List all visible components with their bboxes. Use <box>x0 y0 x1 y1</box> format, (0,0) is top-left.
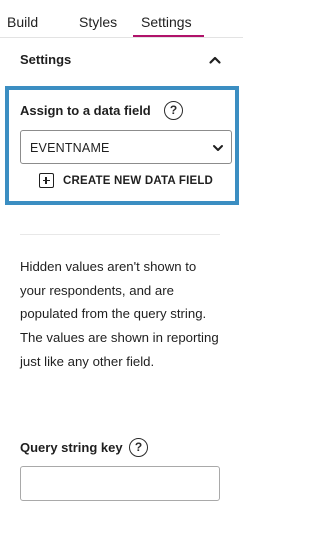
settings-panel: Build Styles Settings Settings Assign to… <box>0 0 243 550</box>
plus-icon <box>39 173 54 188</box>
section-title: Settings <box>20 52 72 67</box>
chevron-up-icon[interactable] <box>207 52 223 68</box>
tab-settings[interactable]: Settings <box>141 13 192 31</box>
query-string-key-input[interactable] <box>20 466 220 501</box>
query-string-key-label: Query string key <box>20 440 123 455</box>
create-data-field-button[interactable]: CREATE NEW DATA FIELD <box>39 172 229 192</box>
hidden-values-description: Hidden values aren't shown to your respo… <box>20 259 219 369</box>
data-field-label: Assign to a data field <box>20 103 151 118</box>
create-data-field-label: CREATE NEW DATA FIELD <box>63 175 214 187</box>
tab-styles[interactable]: Styles <box>79 13 117 31</box>
chevron-down-icon <box>213 145 223 151</box>
help-icon[interactable]: ? <box>164 101 183 120</box>
active-tab-indicator <box>133 35 204 37</box>
tab-build[interactable]: Build <box>7 13 38 31</box>
data-field-selected-value: EVENTNAME <box>30 141 110 155</box>
help-icon[interactable]: ? <box>129 438 148 457</box>
data-field-select[interactable]: EVENTNAME <box>20 130 232 164</box>
data-field-group: Assign to a data field ? EVENTNAME CREAT… <box>5 86 239 205</box>
divider <box>20 234 220 235</box>
tab-bar: Build Styles Settings <box>0 0 243 38</box>
